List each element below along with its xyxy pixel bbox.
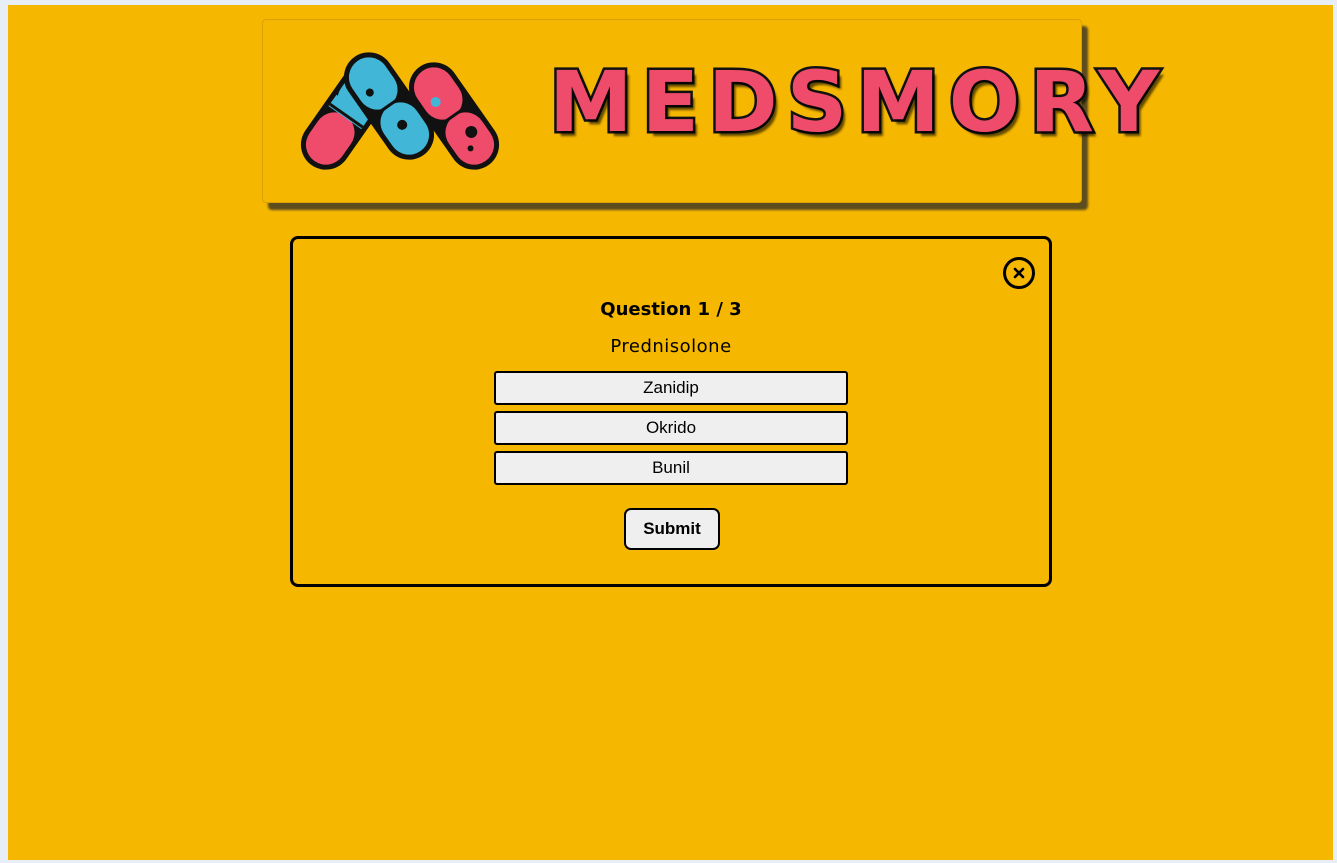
answer-option[interactable]: Okrido	[494, 411, 848, 445]
answer-option[interactable]: Bunil	[494, 451, 848, 485]
question-counter: Question 1 / 3	[600, 299, 742, 320]
answer-options: Zanidip Okrido Bunil	[494, 371, 848, 491]
answer-option[interactable]: Zanidip	[494, 371, 848, 405]
quiz-card: Question 1 / 3 Prednisolone Zanidip Okri…	[290, 236, 1052, 587]
drug-name: Prednisolone	[610, 336, 732, 357]
brand-wordmark: MEDSMORY	[546, 53, 1169, 151]
page-background: MEDSMORY Question 1 / 3 Prednisolone Zan…	[8, 5, 1333, 860]
close-icon[interactable]	[1003, 257, 1035, 289]
pill-logo-icon	[300, 52, 500, 170]
header-banner: MEDSMORY	[262, 19, 1162, 203]
close-x-glyph	[1013, 267, 1025, 279]
submit-button[interactable]: Submit	[624, 508, 720, 550]
